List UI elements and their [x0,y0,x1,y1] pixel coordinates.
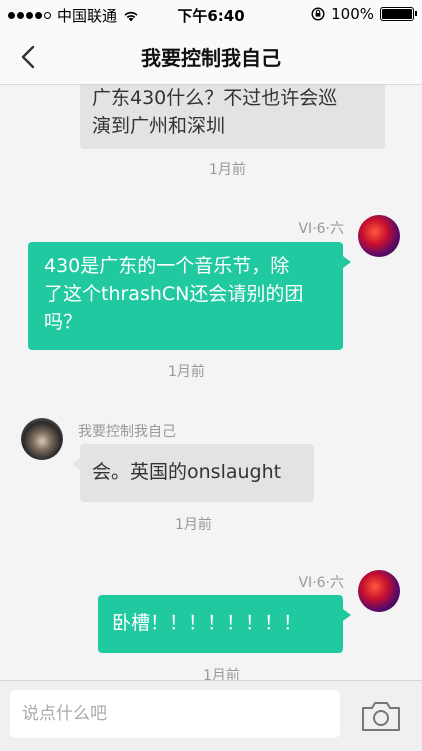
message-input[interactable] [10,690,340,738]
message-timestamp: 1月前 [203,668,240,680]
message-timestamp: 1月前 [209,162,246,178]
battery-icon [380,7,417,21]
status-bar: 中国联通 下午6:40 100% [0,0,422,28]
message-text-line: 会。英国的onslaught [92,461,282,483]
battery-percent: 100% [331,5,374,23]
message-timestamp: 1月前 [175,517,212,533]
orientation-lock-icon [311,7,325,21]
message-text-line: 演到广州和深圳 [92,115,226,137]
message-sender-name: VI·6·六 [298,221,344,237]
nav-bar: 我要控制我自己 [0,28,422,85]
message-bubble-outgoing[interactable]: 卧槽！！！！！！！！ [98,595,351,653]
message-sender-name: 我要控制我自己 [78,424,176,440]
camera-icon[interactable] [360,699,402,733]
message-text-line: 了这个thrashCN还会请别的团 [44,283,304,305]
input-bar [0,680,422,751]
chat-area[interactable]: 广东430什么？不过也许会巡 演到广州和深圳 1月前 VI·6·六 430是广东… [0,85,422,680]
status-right: 100% [311,5,417,23]
message-text-line: 广东430什么？不过也许会巡 [92,87,338,109]
avatar[interactable] [358,215,400,257]
message-timestamp: 1月前 [168,364,205,380]
page-title: 我要控制我自己 [141,46,281,70]
avatar[interactable] [21,418,63,460]
message-bubble-outgoing[interactable]: 430是广东的一个音乐节，除 了这个thrashCN还会请别的团 吗？ [28,242,351,350]
message-text-line: 430是广东的一个音乐节，除 [44,255,290,277]
message-bubble-incoming[interactable]: 广东430什么？不过也许会巡 演到广州和深圳 [80,85,385,149]
avatar[interactable] [358,570,400,612]
message-sender-name: VI·6·六 [298,575,344,591]
message-text-line: 卧槽！！！！！！！！ [112,612,303,634]
message-bubble-incoming[interactable]: 会。英国的onslaught [72,444,314,502]
message-text-line: 吗？ [44,311,83,333]
